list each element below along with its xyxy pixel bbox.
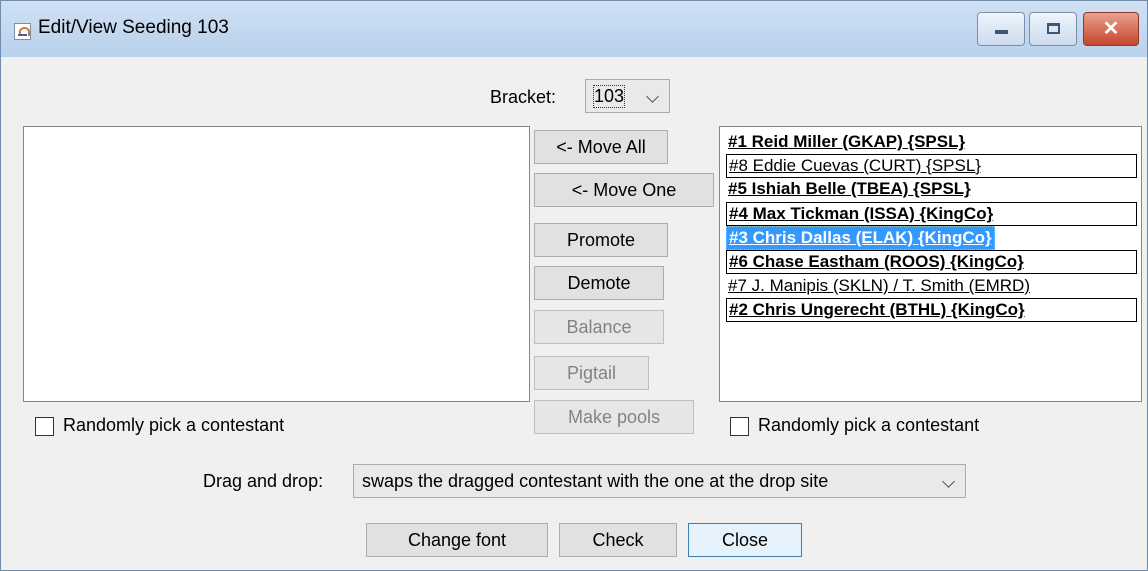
seed-entry-selected[interactable]: #3 Chris Dallas (ELAK) {KingCo} [726, 226, 995, 250]
left-random-pick-checkbox[interactable] [35, 417, 54, 436]
seed-entry[interactable]: #2 Chris Ungerecht (BTHL) {KingCo} [726, 298, 1137, 322]
make-pools-button[interactable]: Make pools [534, 400, 694, 434]
seed-entry[interactable]: #6 Chase Eastham (ROOS) {KingCo} [726, 250, 1137, 274]
bracket-select-value: 103 [592, 85, 626, 108]
maximize-icon [1047, 23, 1060, 34]
bracket-label: Bracket: [490, 87, 557, 107]
seeding-dialog: Edit/View Seeding 103 ✕ Bracket: 103 <- … [0, 0, 1148, 571]
balance-button[interactable]: Balance [534, 310, 664, 344]
seed-entry[interactable]: #5 Ishiah Belle (TBEA) {SPSL} [726, 178, 973, 202]
chevron-down-icon [646, 90, 659, 103]
window-title: Edit/View Seeding 103 [38, 17, 229, 38]
maximize-button[interactable] [1029, 12, 1077, 46]
drag-drop-select[interactable]: swaps the dragged contestant with the on… [353, 464, 966, 498]
move-one-button[interactable]: <- Move One [534, 173, 714, 207]
close-button[interactable]: Close [688, 523, 802, 557]
java-app-icon [14, 23, 31, 40]
left-random-pick-label: Randomly pick a contestant [63, 415, 285, 435]
seed-entry[interactable]: #1 Reid Miller (GKAP) {SPSL} [726, 131, 967, 155]
unseeded-contestants-list[interactable] [23, 126, 530, 402]
drag-drop-label: Drag and drop: [203, 471, 324, 491]
demote-button[interactable]: Demote [534, 266, 664, 300]
chevron-down-icon [942, 475, 955, 488]
close-window-button[interactable]: ✕ [1083, 12, 1139, 46]
seed-entry[interactable]: #7 J. Manipis (SKLN) / T. Smith (EMRD) [726, 275, 1032, 299]
drag-drop-select-value: swaps the dragged contestant with the on… [362, 471, 829, 491]
pigtail-button[interactable]: Pigtail [534, 356, 649, 390]
check-button[interactable]: Check [559, 523, 677, 557]
minimize-button[interactable] [977, 12, 1025, 46]
right-random-pick-checkbox[interactable] [730, 417, 749, 436]
right-random-pick-label: Randomly pick a contestant [758, 415, 980, 435]
seeded-contestants-list[interactable]: #1 Reid Miller (GKAP) {SPSL} #8 Eddie Cu… [719, 126, 1142, 402]
minimize-icon [995, 30, 1008, 34]
close-icon: ✕ [1102, 18, 1120, 40]
bracket-select[interactable]: 103 [585, 79, 670, 113]
promote-button[interactable]: Promote [534, 223, 668, 257]
change-font-button[interactable]: Change font [366, 523, 548, 557]
seed-entry[interactable]: #4 Max Tickman (ISSA) {KingCo} [726, 202, 1137, 226]
seed-entry[interactable]: #8 Eddie Cuevas (CURT) {SPSL} [726, 154, 1137, 178]
move-all-button[interactable]: <- Move All [534, 130, 668, 164]
title-bar[interactable]: Edit/View Seeding 103 ✕ [1, 1, 1147, 57]
